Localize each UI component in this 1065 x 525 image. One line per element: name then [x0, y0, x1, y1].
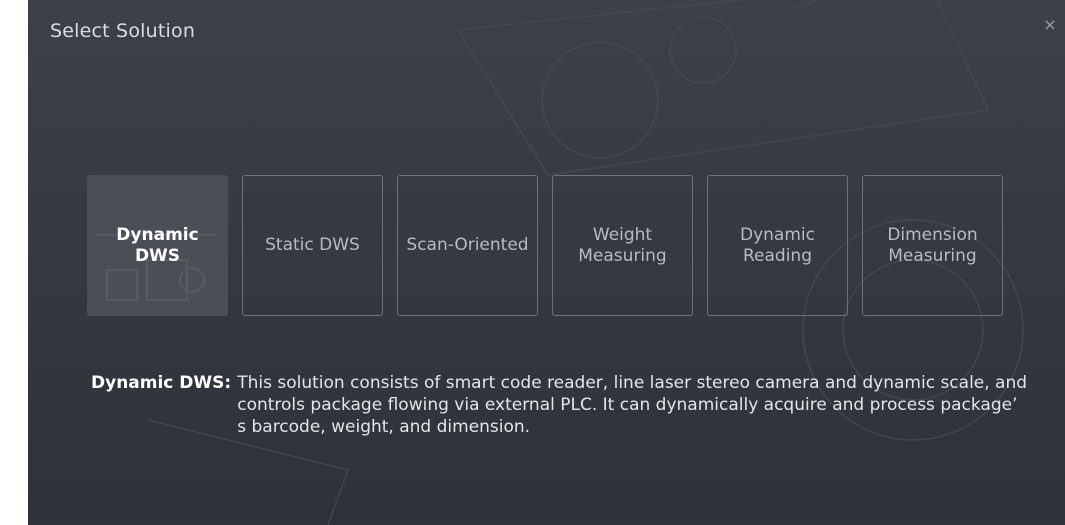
solution-card-label: Dimension Measuring: [887, 224, 978, 266]
dialog-title: Select Solution: [50, 20, 196, 42]
solution-card-label: Static DWS: [265, 235, 360, 255]
solution-card-label: Dynamic DWS: [116, 224, 199, 266]
solution-card-dynamic-dws[interactable]: Dynamic DWS: [87, 175, 228, 316]
solution-card-static-dws[interactable]: Static DWS: [242, 175, 383, 316]
select-solution-dialog: Select Solution × Dynamic DWS Static DWS…: [28, 0, 1065, 525]
solution-card-label: Scan-Oriented: [406, 235, 529, 255]
solution-card-scan-oriented[interactable]: Scan-Oriented: [397, 175, 538, 316]
solution-card-dynamic-reading[interactable]: Dynamic Reading: [707, 175, 848, 316]
solution-description: Dynamic DWS: This solution consists of s…: [91, 372, 1027, 438]
close-icon[interactable]: ×: [1043, 17, 1057, 33]
solution-card-weight-measuring[interactable]: Weight Measuring: [552, 175, 693, 316]
solution-card-label: Dynamic Reading: [740, 224, 815, 266]
description-label: Dynamic DWS:: [91, 373, 232, 393]
solution-cards: Dynamic DWS Static DWS Scan-Oriented Wei…: [87, 175, 1003, 316]
solution-card-label: Weight Measuring: [578, 224, 667, 266]
solution-card-dimension-measuring[interactable]: Dimension Measuring: [862, 175, 1003, 316]
description-text: This solution consists of smart code rea…: [237, 373, 1028, 437]
